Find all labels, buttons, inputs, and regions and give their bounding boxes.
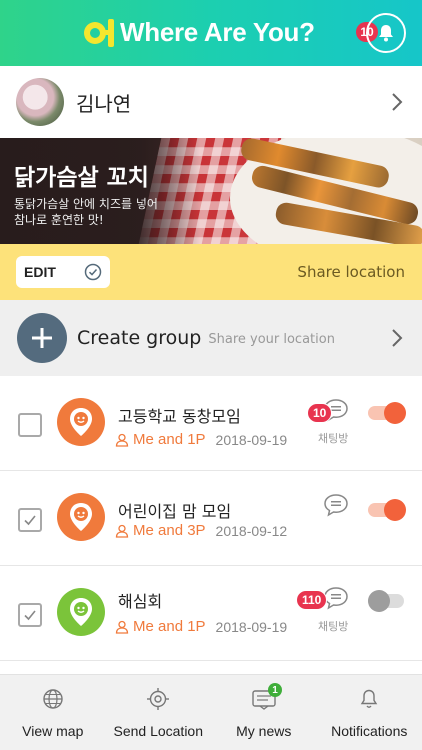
chat-bubble-icon xyxy=(324,494,348,517)
group-name: 어린이집 맘 모임 xyxy=(118,502,232,521)
banner-subtitle-line: 참나로 훈연한 맛! xyxy=(14,213,104,227)
create-group-row[interactable]: Create group Share your location xyxy=(0,300,422,376)
group-meta: Me and 3P 2018-09-12 xyxy=(115,522,287,539)
promo-banner[interactable]: 닭가슴살 꼬치 통닭가슴살 안에 치즈를 넣어 참나로 훈연한 맛! xyxy=(0,138,422,244)
chevron-right-icon xyxy=(392,93,403,111)
group-meta: Me and 1P 2018-09-19 xyxy=(115,618,287,635)
location-share-toggle[interactable] xyxy=(368,590,404,612)
bottom-tab-bar: View map Send Location 1 My news Notific… xyxy=(0,674,422,750)
group-row[interactable]: 어린이집 맘 모임 Me and 3P 2018-09-12 xyxy=(0,471,422,566)
notifications-button[interactable] xyxy=(366,13,406,53)
check-circle-icon xyxy=(84,263,102,281)
person-icon xyxy=(115,620,129,634)
toggle-knob xyxy=(368,590,390,612)
create-group-title: Create group xyxy=(77,327,202,349)
check-icon xyxy=(24,610,36,621)
group-date: 2018-09-19 xyxy=(215,618,288,635)
chat-room-button[interactable] xyxy=(320,493,352,521)
tab-label: My news xyxy=(236,723,292,739)
group-name: 해심회 xyxy=(118,592,163,611)
location-share-toggle[interactable] xyxy=(368,402,406,424)
edit-label: EDIT xyxy=(24,264,56,280)
person-icon xyxy=(115,433,129,447)
group-date: 2018-09-19 xyxy=(215,431,288,448)
profile-row[interactable]: 김나연 xyxy=(0,66,422,138)
bell-icon xyxy=(379,25,393,42)
chat-unread-badge: 10 xyxy=(307,403,333,423)
chat-room-label: 채팅방 xyxy=(318,620,349,633)
banner-subtitle-line: 통닭가슴살 안에 치즈를 넣어 xyxy=(14,197,158,211)
group-members: Me and 3P xyxy=(133,522,206,539)
group-row[interactable]: 고등학교 동창모임 Me and 1P 2018-09-19 10 채팅방 xyxy=(0,376,422,471)
tab-notifications[interactable]: Notifications xyxy=(317,675,422,750)
chevron-right-icon xyxy=(392,329,403,347)
tab-view-map[interactable]: View map xyxy=(0,675,106,750)
action-bar: EDIT Share location xyxy=(0,244,422,300)
plus-icon xyxy=(17,313,67,363)
banner-title: 닭가슴살 꼬치 xyxy=(14,165,149,191)
chat-room-label: 채팅방 xyxy=(318,432,349,445)
app-logo: Where Are You? xyxy=(82,16,315,48)
group-list: 고등학교 동창모임 Me and 1P 2018-09-19 10 채팅방 어린… xyxy=(0,376,422,681)
group-pin-icon xyxy=(57,398,105,446)
location-share-toggle[interactable] xyxy=(368,499,406,521)
chat-unread-badge: 110 xyxy=(296,590,328,610)
group-row[interactable]: 해심회 Me and 1P 2018-09-19 110 채팅방 xyxy=(0,566,422,661)
group-members: Me and 1P xyxy=(133,431,206,448)
logo-mark xyxy=(82,16,118,48)
tab-send-location[interactable]: Send Location xyxy=(106,675,212,750)
bell-icon xyxy=(359,687,379,711)
tab-label: Notifications xyxy=(331,723,408,739)
group-pin-icon xyxy=(57,493,105,541)
share-location-button[interactable]: Share location xyxy=(297,263,405,281)
edit-button[interactable]: EDIT xyxy=(16,256,110,288)
tab-label: Send Location xyxy=(113,723,204,739)
tab-my-news[interactable]: 1 My news xyxy=(211,675,317,750)
create-group-subtitle: Share your location xyxy=(208,331,335,347)
tab-label: View map xyxy=(22,723,84,739)
globe-icon xyxy=(42,687,64,711)
group-meta: Me and 1P 2018-09-19 xyxy=(115,431,287,448)
group-checkbox[interactable] xyxy=(18,413,42,437)
app-title: Where Are You? xyxy=(120,16,315,47)
person-icon xyxy=(115,524,129,538)
crosshair-icon xyxy=(146,687,170,711)
profile-name: 김나연 xyxy=(76,91,132,116)
group-members: Me and 1P xyxy=(133,618,206,635)
group-checkbox[interactable] xyxy=(18,603,42,627)
check-icon xyxy=(24,515,36,526)
group-date: 2018-09-12 xyxy=(215,522,288,539)
group-pin-icon xyxy=(57,588,105,636)
toggle-knob xyxy=(384,402,406,424)
toggle-knob xyxy=(384,499,406,521)
avatar xyxy=(16,78,64,126)
news-count-badge: 1 xyxy=(268,683,282,697)
group-name: 고등학교 동창모임 xyxy=(118,407,241,426)
group-checkbox[interactable] xyxy=(18,508,42,532)
banner-subtitle: 통닭가슴살 안에 치즈를 넣어 참나로 훈연한 맛! xyxy=(14,196,158,228)
app-header: Where Are You? 10 xyxy=(0,0,422,66)
